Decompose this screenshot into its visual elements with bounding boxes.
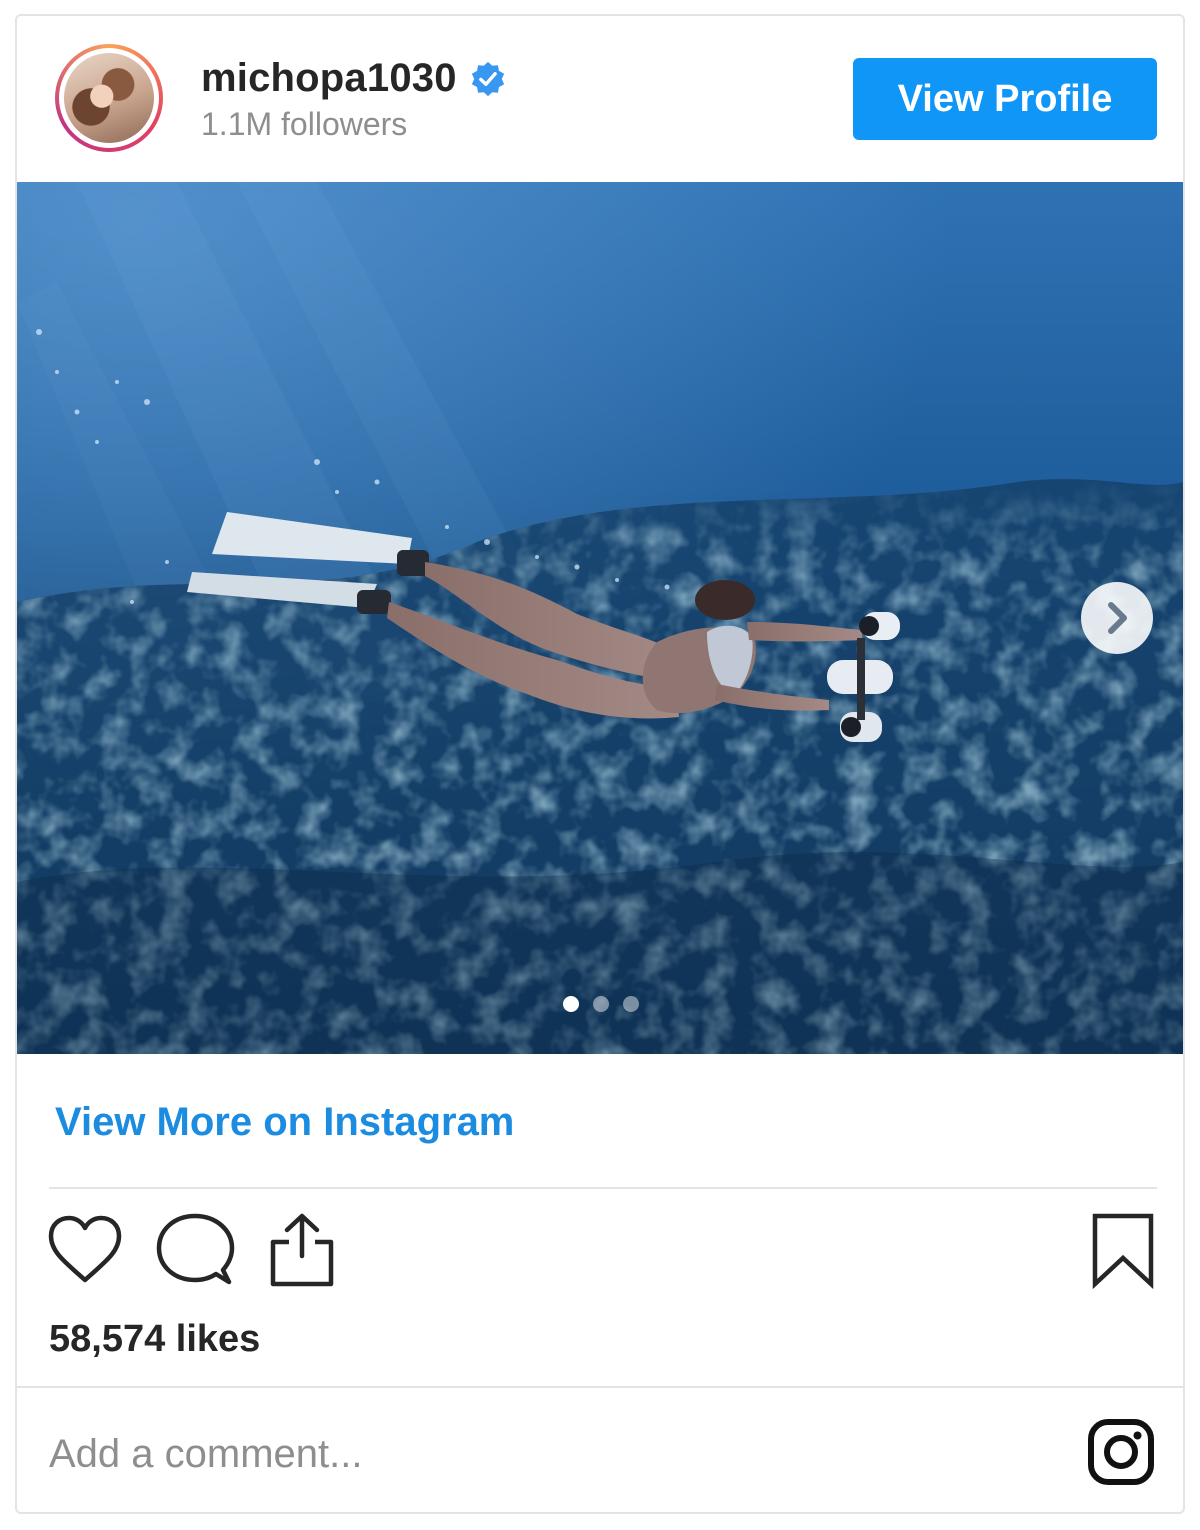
avatar-border: [59, 48, 159, 148]
comment-button[interactable]: [155, 1212, 235, 1288]
share-icon: [270, 1213, 334, 1287]
save-button[interactable]: [1091, 1212, 1155, 1290]
heart-icon: [48, 1215, 122, 1283]
carousel-dot: [623, 996, 639, 1012]
username[interactable]: michopa1030: [201, 56, 457, 101]
underwater-photo: [17, 182, 1183, 1054]
view-more-on-instagram-link[interactable]: View More on Instagram: [55, 1100, 514, 1145]
like-button[interactable]: [47, 1214, 123, 1286]
comment-bubble-icon: [156, 1213, 235, 1285]
verified-badge-icon: [471, 61, 505, 97]
instagram-embed-card: michopa1030 1.1M followers View Profile: [15, 14, 1185, 1514]
carousel-dot: [593, 996, 609, 1012]
follower-count: 1.1M followers: [201, 106, 408, 142]
carousel-indicator: [563, 996, 643, 1016]
bookmark-icon: [1092, 1213, 1154, 1290]
like-count: 58,574 likes: [49, 1318, 261, 1360]
post-photo[interactable]: [17, 182, 1183, 1054]
avatar[interactable]: [55, 44, 163, 152]
carousel-dot-active: [563, 996, 579, 1012]
divider: [49, 1187, 1157, 1189]
instagram-logo-icon[interactable]: [1087, 1418, 1155, 1486]
divider: [17, 1386, 1183, 1388]
chevron-right-icon: [1108, 602, 1127, 634]
next-slide-button[interactable]: [1081, 582, 1153, 654]
view-profile-button[interactable]: View Profile: [853, 58, 1157, 140]
add-comment-input[interactable]: [49, 1424, 949, 1484]
avatar-image: [64, 53, 154, 143]
share-button[interactable]: [267, 1212, 337, 1288]
